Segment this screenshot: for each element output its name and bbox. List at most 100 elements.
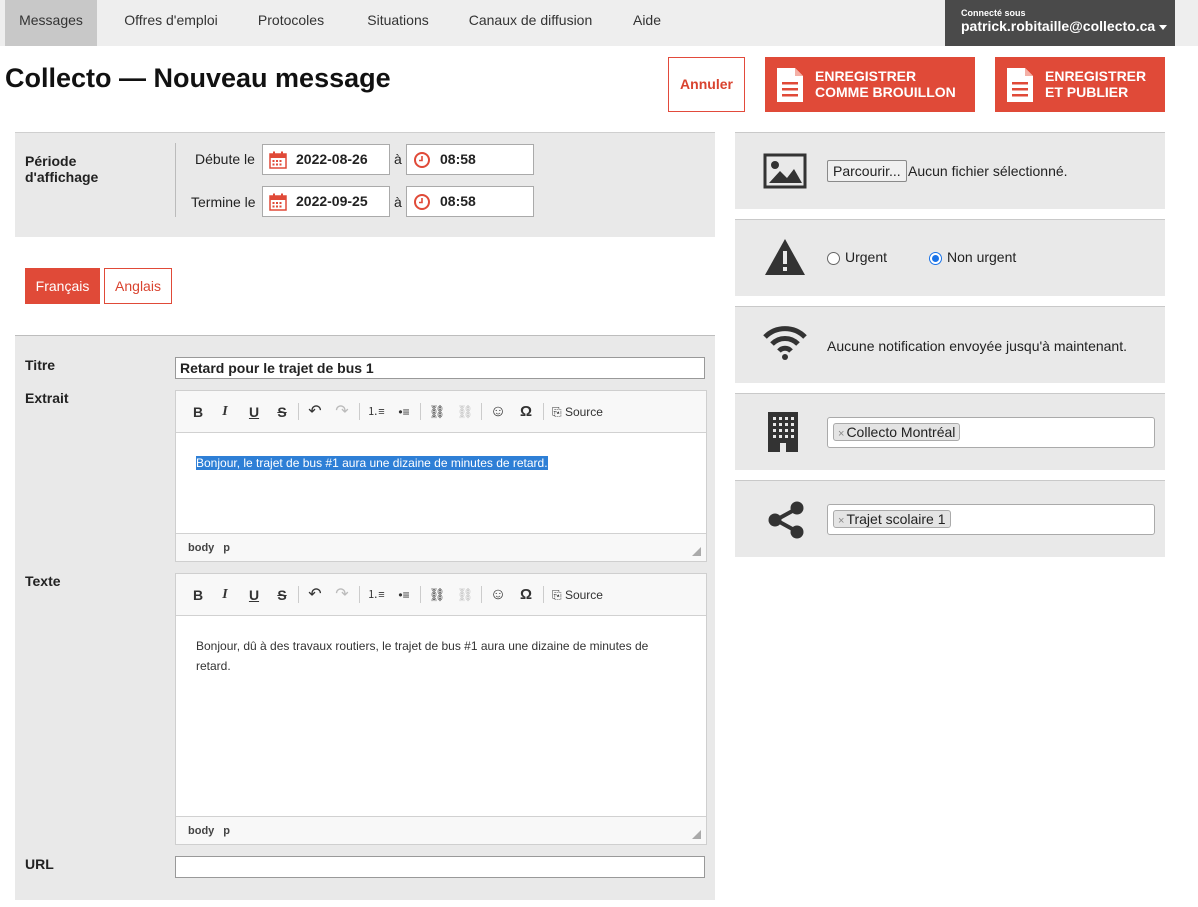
channel-select[interactable]: × Trajet scolaire 1 bbox=[827, 504, 1155, 535]
extrait-toolbar: B I U S ↶ ↷ ⒈≡ •≡ ⛓ ⛓ ☺ Ω ⎘ Source bbox=[176, 391, 706, 433]
url-label: URL bbox=[25, 856, 54, 872]
save-draft-label-2: COMME BROUILLON bbox=[815, 84, 956, 100]
caret-down-icon bbox=[1159, 24, 1168, 30]
toolbar-separator bbox=[481, 586, 482, 603]
urgent-label: Urgent bbox=[845, 249, 888, 265]
non-urgent-radio[interactable] bbox=[929, 252, 942, 265]
numbered-list-icon[interactable]: ⒈≡ bbox=[366, 402, 386, 422]
source-button[interactable]: ⎘ Source bbox=[552, 402, 603, 422]
strikethrough-icon[interactable]: S bbox=[272, 585, 292, 605]
nav-item-offres-emploi[interactable]: Offres d'emploi bbox=[115, 0, 227, 46]
url-input[interactable] bbox=[175, 856, 705, 878]
organization-panel: × Collecto Montréal bbox=[735, 393, 1165, 470]
display-period-section: Période d'affichage Débute le 2022-08-26… bbox=[15, 132, 715, 237]
bold-icon[interactable]: B bbox=[188, 585, 208, 605]
browse-button[interactable]: Parcourir... bbox=[827, 160, 907, 182]
path-p[interactable]: p bbox=[223, 542, 230, 554]
save-draft-button[interactable]: ENREGISTRER COMME BROUILLON bbox=[765, 57, 975, 112]
extrait-editor[interactable]: B I U S ↶ ↷ ⒈≡ •≡ ⛓ ⛓ ☺ Ω ⎘ Source Bonjo… bbox=[175, 390, 707, 562]
user-menu[interactable]: Connecté sous patrick.robitaille@collect… bbox=[945, 0, 1175, 46]
italic-icon[interactable]: I bbox=[215, 585, 235, 605]
share-icon bbox=[768, 501, 804, 539]
texte-content[interactable]: Bonjour, dû à des travaux routiers, le t… bbox=[176, 616, 706, 696]
clock-icon bbox=[414, 152, 430, 168]
extrait-text: Bonjour, le trajet de bus #1 aura une di… bbox=[196, 456, 548, 470]
link-icon[interactable]: ⛓ bbox=[427, 402, 447, 422]
toolbar-separator bbox=[359, 586, 360, 603]
toolbar-separator bbox=[359, 403, 360, 420]
no-file-label: Aucun fichier sélectionné. bbox=[908, 163, 1068, 179]
tab-anglais[interactable]: Anglais bbox=[104, 268, 172, 304]
path-p[interactable]: p bbox=[223, 825, 230, 837]
display-period-label-1: Période bbox=[25, 153, 77, 169]
end-time-field[interactable]: 08:58 bbox=[406, 186, 534, 217]
texte-label: Texte bbox=[25, 573, 61, 589]
italic-icon[interactable]: I bbox=[215, 402, 235, 422]
underline-icon[interactable]: U bbox=[244, 585, 264, 605]
end-date-field[interactable]: 2022-09-25 bbox=[262, 186, 390, 217]
bulleted-list-icon[interactable]: •≡ bbox=[394, 402, 414, 422]
remove-tag-icon[interactable]: × bbox=[838, 515, 844, 527]
warning-icon bbox=[765, 239, 805, 275]
resize-grip-icon[interactable] bbox=[692, 830, 701, 839]
texte-toolbar: B I U S ↶ ↷ ⒈≡ •≡ ⛓ ⛓ ☺ Ω ⎘ Source bbox=[176, 574, 706, 616]
source-label: Source bbox=[564, 588, 603, 602]
save-publish-button[interactable]: ENREGISTRER ET PUBLIER bbox=[995, 57, 1165, 112]
texte-editor[interactable]: B I U S ↶ ↷ ⒈≡ •≡ ⛓ ⛓ ☺ Ω ⎘ Source Bonjo… bbox=[175, 573, 707, 845]
smiley-icon[interactable]: ☺ bbox=[488, 585, 508, 605]
nav-item-aide[interactable]: Aide bbox=[620, 0, 674, 46]
organization-select[interactable]: × Collecto Montréal bbox=[827, 417, 1155, 448]
extrait-content[interactable]: Bonjour, le trajet de bus #1 aura une di… bbox=[176, 433, 706, 493]
bulleted-list-icon[interactable]: •≡ bbox=[394, 585, 414, 605]
nav-item-situations[interactable]: Situations bbox=[355, 0, 441, 46]
undo-icon[interactable]: ↶ bbox=[305, 585, 325, 605]
start-date-field[interactable]: 2022-08-26 bbox=[262, 144, 390, 175]
building-icon bbox=[768, 412, 798, 452]
start-label: Débute le bbox=[195, 151, 255, 167]
save-publish-label-2: ET PUBLIER bbox=[1045, 84, 1129, 100]
unlink-icon[interactable]: ⛓ bbox=[455, 585, 475, 605]
numbered-list-icon[interactable]: ⒈≡ bbox=[366, 585, 386, 605]
nav-item-messages[interactable]: Messages bbox=[5, 0, 97, 46]
organization-tag-label: Collecto Montréal bbox=[846, 424, 956, 440]
priority-panel: Urgent Non urgent bbox=[735, 219, 1165, 296]
redo-icon[interactable]: ↷ bbox=[332, 585, 352, 605]
image-icon bbox=[763, 153, 807, 189]
toolbar-separator bbox=[298, 586, 299, 603]
nav-item-protocoles[interactable]: Protocoles bbox=[247, 0, 335, 46]
smiley-icon[interactable]: ☺ bbox=[488, 402, 508, 422]
source-button[interactable]: ⎘ Source bbox=[552, 585, 603, 605]
toolbar-separator bbox=[543, 586, 544, 603]
titre-label: Titre bbox=[25, 357, 56, 373]
urgent-radio[interactable] bbox=[827, 252, 840, 265]
special-char-icon[interactable]: Ω bbox=[516, 402, 536, 422]
strikethrough-icon[interactable]: S bbox=[272, 402, 292, 422]
path-body[interactable]: body bbox=[188, 825, 214, 837]
resize-grip-icon[interactable] bbox=[692, 547, 701, 556]
notification-panel: Aucune notification envoyée jusqu'à main… bbox=[735, 306, 1165, 383]
channel-tag: × Trajet scolaire 1 bbox=[833, 510, 951, 528]
source-icon: ⎘ bbox=[552, 405, 565, 419]
cancel-button[interactable]: Annuler bbox=[668, 57, 745, 112]
undo-icon[interactable]: ↶ bbox=[305, 402, 325, 422]
tab-francais[interactable]: Français bbox=[25, 268, 100, 304]
special-char-icon[interactable]: Ω bbox=[516, 585, 536, 605]
unlink-icon[interactable]: ⛓ bbox=[455, 402, 475, 422]
link-icon[interactable]: ⛓ bbox=[427, 585, 447, 605]
underline-icon[interactable]: U bbox=[244, 402, 264, 422]
path-body[interactable]: body bbox=[188, 542, 214, 554]
extrait-statusbar: body p bbox=[176, 533, 706, 561]
display-period-label-2: d'affichage bbox=[25, 169, 99, 185]
save-draft-label-1: ENREGISTRER bbox=[815, 68, 917, 84]
remove-tag-icon[interactable]: × bbox=[838, 428, 844, 440]
titre-input[interactable]: Retard pour le trajet de bus 1 bbox=[175, 357, 705, 379]
bold-icon[interactable]: B bbox=[188, 402, 208, 422]
message-content-section: Titre Retard pour le trajet de bus 1 Ext… bbox=[15, 335, 715, 900]
page-title: Collecto — Nouveau message bbox=[5, 63, 391, 93]
source-label: Source bbox=[564, 405, 603, 419]
start-time-field[interactable]: 08:58 bbox=[406, 144, 534, 175]
at-label: à bbox=[394, 151, 402, 167]
nav-item-canaux-diffusion[interactable]: Canaux de diffusion bbox=[462, 0, 599, 46]
document-icon bbox=[777, 68, 803, 102]
redo-icon[interactable]: ↷ bbox=[332, 402, 352, 422]
